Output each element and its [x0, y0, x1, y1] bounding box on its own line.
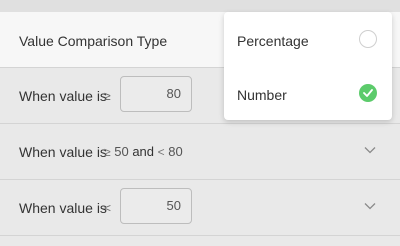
range-text: ≥ 50 and < 80: [104, 144, 183, 159]
range-high-value: 80: [168, 144, 183, 159]
threshold-row-low[interactable]: When value is < 50: [0, 180, 400, 236]
option-percentage[interactable]: Percentage: [224, 12, 392, 66]
option-number[interactable]: Number: [224, 66, 392, 120]
comparison-type-menu: Percentage Number: [224, 12, 392, 120]
range-low-value: 50: [114, 144, 129, 159]
threshold-row-mid[interactable]: When value is ≥ 50 and < 80: [0, 124, 400, 180]
threshold-input-high[interactable]: 80: [120, 76, 192, 112]
chevron-down-icon[interactable]: [364, 200, 376, 212]
checkmark-icon[interactable]: [359, 84, 377, 102]
row-label: When value is: [19, 200, 107, 216]
value-comparison-type-label: Value Comparison Type: [19, 33, 168, 49]
operator-low: ≥: [104, 145, 111, 159]
operator-symbol: <: [104, 201, 112, 215]
option-label: Percentage: [237, 33, 309, 49]
range-joiner: and: [132, 144, 155, 159]
app-frame: Value Comparison Type When value is ≥ 80…: [0, 0, 400, 246]
row-label: When value is: [19, 144, 107, 160]
operator-high: <: [157, 145, 165, 159]
chevron-down-icon[interactable]: [364, 144, 376, 156]
row-label: When value is: [19, 88, 107, 104]
operator-symbol: ≥: [104, 89, 111, 103]
radio-unselected-icon[interactable]: [359, 30, 377, 48]
option-label: Number: [237, 87, 287, 103]
threshold-input-low[interactable]: 50: [120, 188, 192, 224]
